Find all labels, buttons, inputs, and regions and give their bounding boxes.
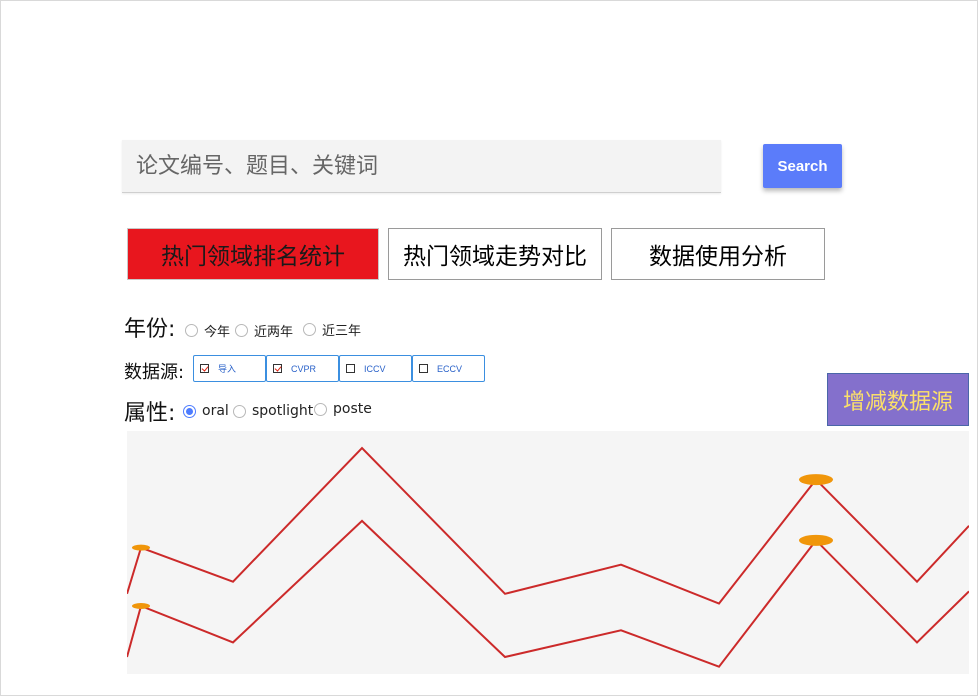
source-option-iccv[interactable]: ICCV xyxy=(339,355,412,382)
radio-icon xyxy=(185,324,198,337)
radio-icon xyxy=(233,404,246,418)
year-option-label: 近三年 xyxy=(322,324,362,339)
series-line-1 xyxy=(127,446,969,605)
radio-icon xyxy=(235,324,248,337)
source-option-label: ICCV xyxy=(364,363,386,374)
source-option-import[interactable]: 导入 xyxy=(193,355,266,382)
attribute-option-poster[interactable]: poste xyxy=(314,401,372,417)
checkbox-icon xyxy=(346,364,355,373)
attribute-option-oral[interactable]: oral xyxy=(183,403,229,419)
source-label: 数据源: xyxy=(124,362,185,383)
series-line-2 xyxy=(127,519,969,668)
trend-chart xyxy=(127,431,969,674)
attribute-option-label: spotlight xyxy=(252,403,314,419)
data-point-marker xyxy=(132,544,150,551)
source-option-label: CVPR xyxy=(291,363,317,374)
year-option-label: 今年 xyxy=(204,325,231,340)
source-option-eccv[interactable]: ECCV xyxy=(412,355,485,382)
source-option-cvpr[interactable]: CVPR xyxy=(266,355,339,382)
search-button[interactable]: Search xyxy=(763,144,842,188)
attribute-label: 属性: xyxy=(124,401,176,426)
radio-icon xyxy=(314,402,327,416)
tab-hot-field-trend[interactable]: 热门领域走势对比 xyxy=(388,228,602,280)
data-point-marker xyxy=(132,602,150,609)
attribute-option-label: poste xyxy=(333,401,372,417)
data-point-marker xyxy=(799,534,833,546)
year-label: 年份: xyxy=(124,317,176,342)
search-input[interactable] xyxy=(122,140,721,193)
year-option-three-years[interactable]: 近三年 xyxy=(303,320,361,339)
adjust-sources-button[interactable]: 增减数据源 xyxy=(827,373,969,426)
radio-icon xyxy=(303,323,316,336)
data-point-marker xyxy=(799,474,833,486)
checkbox-checked-icon xyxy=(200,364,209,373)
radio-checked-icon xyxy=(183,404,196,418)
page: Search 热门领域排名统计 热门领域走势对比 数据使用分析 年份: 今年 近… xyxy=(0,0,978,696)
checkbox-icon xyxy=(419,364,428,373)
tab-hot-field-ranking[interactable]: 热门领域排名统计 xyxy=(127,228,379,280)
tab-data-usage[interactable]: 数据使用分析 xyxy=(611,228,825,280)
checkbox-checked-icon xyxy=(273,364,282,373)
year-option-this-year[interactable]: 今年 xyxy=(185,321,230,340)
source-option-label: 导入 xyxy=(218,364,237,374)
year-option-label: 近两年 xyxy=(254,325,294,340)
attribute-option-spotlight[interactable]: spotlight xyxy=(233,403,313,419)
attribute-option-label: oral xyxy=(202,403,229,419)
year-option-two-years[interactable]: 近两年 xyxy=(235,321,293,340)
source-option-label: ECCV xyxy=(437,363,463,374)
